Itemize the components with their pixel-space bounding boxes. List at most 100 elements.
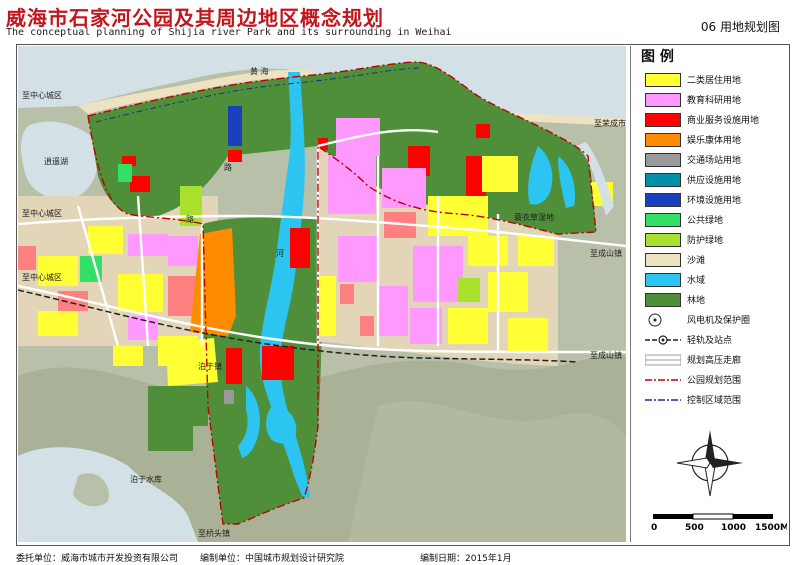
scale-bar: 0 500 1000 1500M — [651, 513, 787, 533]
edu-e-5 — [378, 286, 408, 336]
res-e-6 — [448, 308, 488, 344]
legend-swatch — [645, 173, 681, 187]
page-subtitle: The conceptual planning of Shijia river … — [6, 27, 452, 38]
edu-e-2 — [382, 168, 426, 208]
transport-station — [224, 390, 234, 404]
legend-label: 风电机及保护圈 — [687, 316, 751, 326]
legend-item: 林地 — [645, 292, 785, 308]
legend-item: 防护绿地 — [645, 232, 785, 248]
scale-tick-3: 1500M — [755, 523, 787, 533]
legend-swatch — [645, 113, 681, 127]
label-town: 泊于镇 — [198, 361, 222, 371]
com-red-3 — [226, 348, 242, 384]
land-use-map[interactable]: 黄 海 逍遥湖 蓑衣草湿地 泊于镇 泊于水库 至荣成市 至中心城区 至中心城区 … — [18, 46, 626, 542]
legend-swatch — [645, 93, 681, 107]
legend-item: 环境设施用地 — [645, 192, 785, 208]
light-rail-icon — [645, 335, 681, 345]
edu-sw-3 — [168, 236, 198, 266]
legend-swatch — [645, 253, 681, 267]
legend-item: 控制区域范围 — [645, 392, 785, 408]
compass-rose-icon — [676, 430, 743, 497]
env-facility — [228, 106, 242, 146]
legend-label: 二类居住用地 — [687, 76, 742, 86]
com-red-2 — [262, 346, 294, 380]
legend-label: 商业服务设施用地 — [687, 116, 760, 126]
label-to-center-1: 至中心城区 — [22, 90, 62, 100]
legend-item: 商业服务设施用地 — [645, 112, 785, 128]
footer-designer: 编制单位：中国城市规划设计研究院 — [200, 554, 345, 564]
legend-swatch — [645, 233, 681, 247]
edu-e-1 — [328, 156, 376, 214]
com-e-3 — [360, 316, 374, 336]
green-e-1 — [458, 278, 480, 302]
legend-label: 防护绿地 — [687, 236, 724, 246]
legend-item: 水域 — [645, 272, 785, 288]
legend-swatch — [645, 273, 681, 287]
label-wetland: 蓑衣草湿地 — [514, 212, 554, 222]
legend-label: 教育科研用地 — [687, 96, 742, 106]
scale-tick-0: 0 — [651, 523, 657, 533]
label-to-rongcheng: 至荣成市 — [594, 118, 626, 128]
footer-client: 委托单位：威海市城市开发投资有限公司 — [16, 554, 179, 564]
legend-label: 公园规划范围 — [687, 376, 742, 386]
label-road-1: 路 — [186, 214, 194, 224]
legend-label: 公共绿地 — [687, 216, 724, 226]
legend-panel: 图 例 二类居住用地 教育科研用地 商业服务设施用地 娱乐康体用地 交通场站用地 供应设施… — [630, 46, 788, 542]
label-reservoir: 泊于水库 — [130, 474, 162, 484]
forest-patch-sw2 — [148, 421, 193, 451]
legend-label: 娱乐康体用地 — [687, 136, 742, 146]
label-to-center-2: 至中心城区 — [22, 208, 62, 218]
label-to-chengshan-2: 至成山镇 — [590, 350, 622, 360]
footer-date: 编制日期：2015年1月 — [420, 554, 512, 564]
legend-label: 林地 — [687, 296, 706, 306]
res-e-2 — [318, 276, 336, 336]
legend-item: 规划高压走廊 — [645, 352, 785, 368]
label-road-2: 路 — [224, 162, 232, 172]
res-ne-1 — [482, 156, 522, 192]
label-river: 河 — [276, 248, 284, 258]
legend-swatch — [645, 153, 681, 167]
legend-swatch — [645, 293, 681, 307]
wind-turbine-icon — [648, 313, 662, 327]
legend-label: 水域 — [687, 276, 706, 286]
scale-tick-1: 500 — [685, 523, 704, 533]
legend-swatch — [645, 73, 681, 87]
footer: 委托单位：威海市城市开发投资有限公司 编制单位：中国城市规划设计研究院 编制日期… — [0, 548, 800, 564]
com-sw-1 — [18, 246, 36, 270]
res-e-5 — [518, 236, 554, 266]
legend-item: 娱乐康体用地 — [645, 132, 785, 148]
label-to-qiaotou: 至桥头镇 — [198, 528, 230, 538]
legend-item: 沙滩 — [645, 252, 785, 268]
legend-item: 风电机及保护圈 — [645, 312, 785, 328]
legend-item: 教育科研用地 — [645, 92, 785, 108]
res-sw-2 — [88, 226, 123, 254]
legend-label: 交通场站用地 — [687, 156, 742, 166]
legend-swatch — [645, 193, 681, 207]
res-sw-4 — [38, 311, 78, 336]
res-sw-7 — [113, 346, 143, 366]
legend-item: 公共绿地 — [645, 212, 785, 228]
legend-item: 交通场站用地 — [645, 152, 785, 168]
legend-label: 沙滩 — [687, 256, 706, 266]
com-red-9 — [476, 124, 490, 138]
edu-e-3 — [338, 236, 378, 282]
control-boundary-icon — [645, 399, 681, 401]
public-green-1 — [118, 164, 132, 182]
com-red-7 — [130, 176, 150, 192]
sheet-number: 06 用地规划图 — [700, 20, 780, 34]
terrain-hills — [348, 401, 626, 542]
legend-item: 二类居住用地 — [645, 72, 785, 88]
legend-item: 公园规划范围 — [645, 372, 785, 388]
com-red-1 — [290, 228, 310, 268]
legend-swatch — [645, 213, 681, 227]
edu-sw-1 — [128, 234, 168, 256]
res-e-3 — [468, 236, 508, 266]
res-e-4 — [488, 272, 528, 312]
scale-tick-2: 1000 — [721, 523, 746, 533]
power-corridor-icon — [645, 354, 681, 366]
label-to-chengshan-1: 至成山镇 — [590, 248, 622, 258]
legend-label: 供应设施用地 — [687, 176, 742, 186]
legend-label: 环境设施用地 — [687, 196, 742, 206]
park-boundary-icon — [645, 379, 681, 381]
com-e-2 — [340, 284, 354, 304]
